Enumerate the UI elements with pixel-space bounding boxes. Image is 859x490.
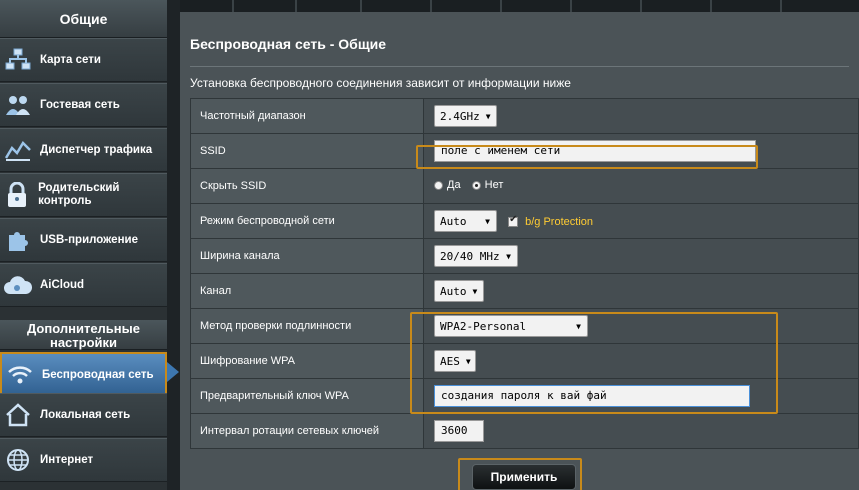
traffic-manager-icon	[4, 136, 32, 164]
sidebar-header-general: Общие	[0, 0, 167, 38]
dropdown-arrow-icon: ▼	[576, 321, 581, 331]
sidebar-header-advanced: Дополнительные настройки	[0, 320, 167, 350]
wpa-key-input[interactable]: создания пароля к вай фай	[434, 385, 750, 407]
sidebar-item-label: Интернет	[40, 453, 94, 466]
title-divider	[190, 66, 849, 67]
auth-method-select[interactable]: WPA2-Personal ▼	[434, 315, 588, 337]
dropdown-arrow-icon: ▼	[465, 356, 471, 366]
band-label: Частотный диапазон	[190, 98, 424, 134]
active-item-pointer	[167, 362, 179, 382]
table-row: Частотный диапазон 2.4GHz ▼	[190, 98, 859, 134]
band-value: 2.4GHz	[440, 109, 480, 123]
table-row: Скрыть SSID Да Нет	[190, 168, 859, 204]
network-map-icon	[4, 46, 32, 74]
ssid-input[interactable]: поле с именем сети	[434, 140, 756, 162]
sidebar-item-traffic-manager[interactable]: Диспетчер трафика	[0, 128, 167, 172]
table-row: Метод проверки подлинности WPA2-Personal…	[190, 308, 859, 344]
settings-table: Частотный диапазон 2.4GHz ▼ SSID поле с и…	[190, 98, 859, 449]
sidebar-item-label: Локальная сеть	[40, 408, 131, 421]
sidebar: Общие Карта сети Гостевая сеть Диспетчер…	[0, 0, 167, 490]
wireless-mode-select[interactable]: Auto ▼	[434, 210, 497, 232]
wireless-mode-label: Режим беспроводной сети	[190, 203, 424, 239]
dropdown-arrow-icon: ▼	[485, 216, 490, 226]
channel-label: Канал	[190, 273, 424, 309]
sidebar-item-aicloud[interactable]: AiCloud	[0, 263, 167, 307]
hide-ssid-no-radio[interactable]: Нет	[471, 179, 503, 191]
channel-width-label: Ширина канала	[190, 238, 424, 274]
home-icon	[4, 401, 32, 429]
key-rotation-label: Интервал ротации сетевых ключей	[190, 413, 424, 449]
lock-icon	[4, 181, 30, 209]
table-row: Интервал ротации сетевых ключей 3600	[190, 413, 859, 449]
main-panel: Беспроводная сеть - Общие Установка бесп…	[180, 12, 859, 490]
top-strip	[180, 0, 859, 12]
radio-selected-icon	[471, 180, 481, 190]
dropdown-arrow-icon: ▼	[485, 111, 491, 121]
wireless-icon	[6, 361, 34, 389]
sidebar-item-wireless[interactable]: Беспроводная сеть	[0, 352, 167, 398]
sidebar-item-label: USB-приложение	[40, 233, 138, 246]
wpa-encryption-select[interactable]: AES ▼	[434, 350, 476, 372]
auth-method-label: Метод проверки подлинности	[190, 308, 424, 344]
sidebar-item-parental-control[interactable]: Родительский контроль	[0, 173, 167, 217]
table-row: Предварительный ключ WPA создания пароля…	[190, 378, 859, 414]
bg-protection-label: b/g Protection	[525, 215, 593, 228]
sidebar-item-guest-network[interactable]: Гостевая сеть	[0, 83, 167, 127]
page-title: Беспроводная сеть - Общие	[190, 36, 387, 52]
sidebar-item-internet[interactable]: Интернет	[0, 438, 167, 482]
apply-button[interactable]: Применить	[472, 464, 576, 490]
sidebar-item-network-map[interactable]: Карта сети	[0, 38, 167, 82]
sidebar-item-label: Родительский контроль	[38, 182, 120, 207]
page-description: Установка беспроводного соединения завис…	[190, 76, 571, 90]
sidebar-item-label: Гостевая сеть	[40, 98, 120, 111]
globe-icon	[4, 446, 32, 474]
table-row: SSID поле с именем сети	[190, 133, 859, 169]
table-row: Режим беспроводной сети Auto▼ b/g Protec…	[190, 203, 859, 239]
hide-ssid-yes-radio[interactable]: Да	[434, 179, 461, 191]
sidebar-item-lan[interactable]: Локальная сеть	[0, 393, 167, 437]
dropdown-arrow-icon: ▼	[472, 286, 478, 296]
table-row: Канал Auto ▼	[190, 273, 859, 309]
sidebar-item-label: Диспетчер трафика	[40, 143, 153, 156]
cloud-icon	[4, 271, 32, 299]
band-select[interactable]: 2.4GHz ▼	[434, 105, 497, 127]
sidebar-item-label: AiCloud	[40, 278, 85, 291]
table-row: Шифрование WPA AES ▼	[190, 343, 859, 379]
hide-ssid-label: Скрыть SSID	[190, 168, 424, 204]
sidebar-item-label: Карта сети	[40, 53, 101, 66]
ssid-label: SSID	[190, 133, 424, 169]
wpa-key-label: Предварительный ключ WPA	[190, 378, 424, 414]
sidebar-item-usb-app[interactable]: USB-приложение	[0, 218, 167, 262]
bg-protection-checkbox[interactable]	[508, 214, 519, 227]
puzzle-icon	[4, 226, 32, 254]
table-row: Ширина канала 20/40 MHz ▼	[190, 238, 859, 274]
channel-width-select[interactable]: 20/40 MHz ▼	[434, 245, 518, 267]
key-rotation-input[interactable]: 3600	[434, 420, 484, 442]
dropdown-arrow-icon: ▼	[506, 251, 511, 261]
guest-network-icon	[4, 91, 32, 119]
wpa-encryption-label: Шифрование WPA	[190, 343, 424, 379]
channel-select[interactable]: Auto ▼	[434, 280, 484, 302]
radio-icon	[434, 180, 443, 190]
sidebar-item-label: Беспроводная сеть	[42, 368, 154, 381]
